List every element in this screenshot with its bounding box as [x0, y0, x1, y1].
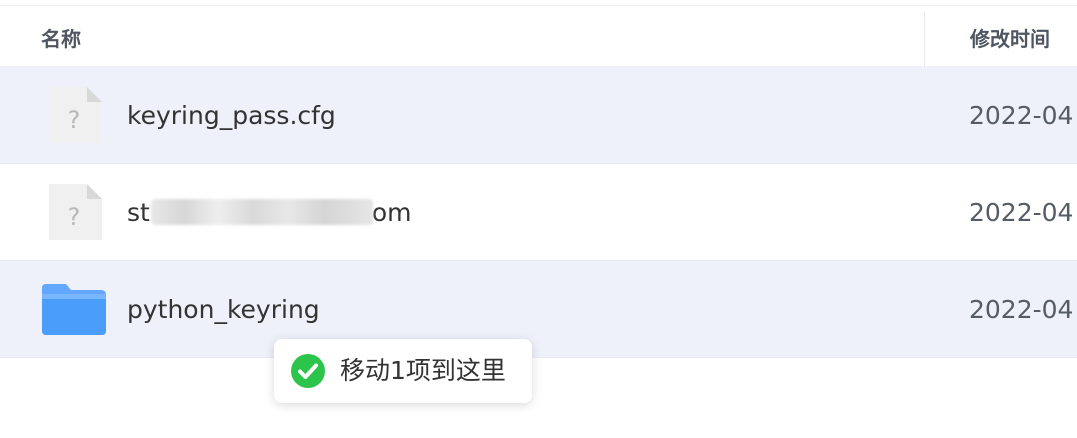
unknown-file-icon: ?	[49, 87, 102, 143]
toast-message: 移动1项到这里	[340, 356, 506, 385]
move-success-toast: 移动1项到这里	[274, 339, 532, 403]
file-row[interactable]: ? keyring_pass.cfg 2022-04	[0, 67, 1077, 164]
file-name-suffix: om	[371, 198, 412, 227]
redacted-filename-blur	[151, 199, 373, 225]
file-modified-date: 2022-04	[969, 295, 1074, 324]
column-divider[interactable]	[924, 12, 925, 70]
svg-text:?: ?	[68, 203, 81, 231]
name-column-header[interactable]: 名称	[41, 6, 81, 67]
folder-icon	[42, 284, 106, 335]
file-list: ? keyring_pass.cfg 2022-04 ? st om 2022-0…	[0, 67, 1077, 358]
file-name-prefix: st	[127, 198, 150, 227]
success-check-icon	[291, 354, 325, 388]
file-row[interactable]: ? st om 2022-04	[0, 164, 1077, 261]
file-name[interactable]: keyring_pass.cfg	[127, 67, 336, 164]
file-modified-date: 2022-04	[969, 101, 1074, 130]
svg-text:?: ?	[68, 106, 81, 134]
file-list-header: 名称 修改时间	[0, 6, 1077, 70]
file-row[interactable]: python_keyring 2022-04	[0, 261, 1077, 358]
file-modified-date: 2022-04	[969, 198, 1074, 227]
modified-time-column-header[interactable]: 修改时间	[970, 6, 1050, 67]
unknown-file-icon: ?	[49, 184, 102, 240]
